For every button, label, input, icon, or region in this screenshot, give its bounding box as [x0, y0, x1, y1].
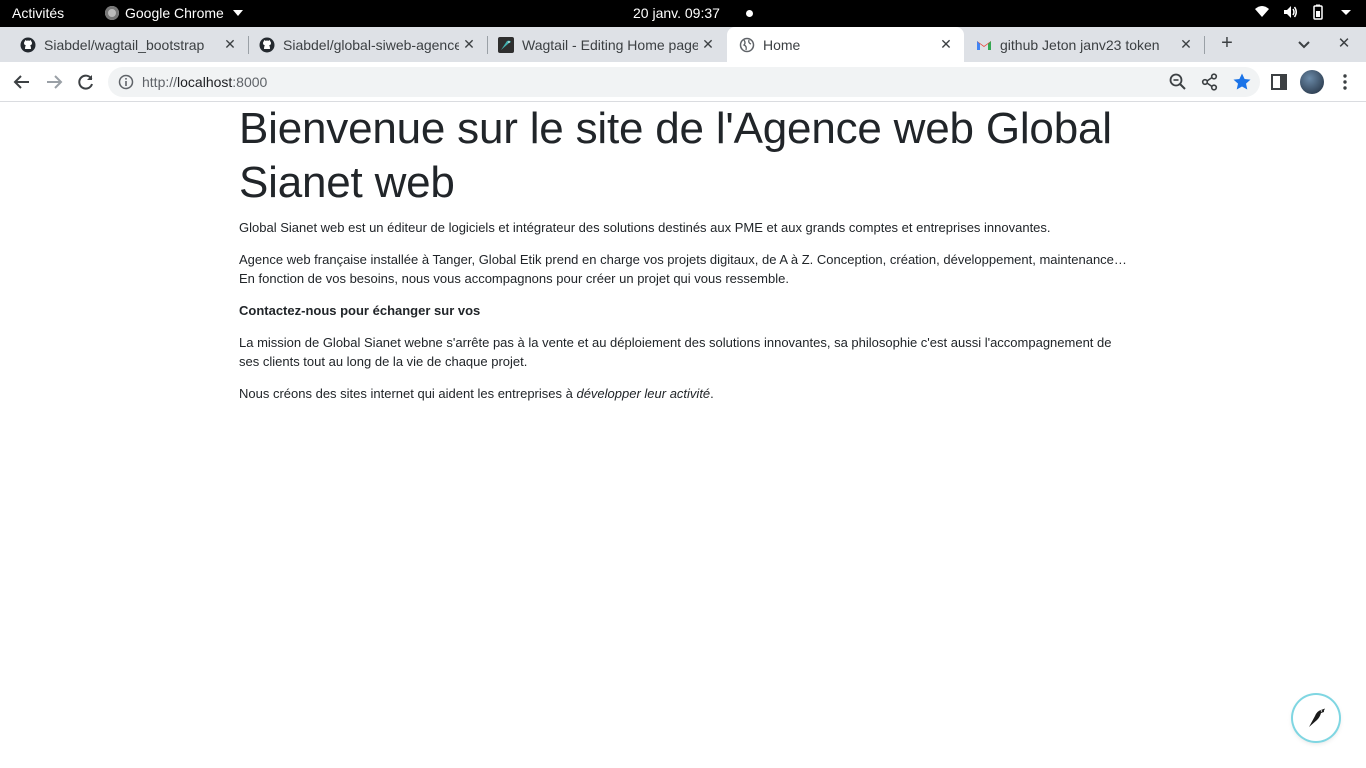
- notification-dot-icon: [746, 10, 753, 17]
- url-port: :8000: [232, 74, 268, 90]
- tab-home[interactable]: Home ✕: [727, 27, 964, 62]
- closing-text: Nous créons des sites internet qui aiden…: [239, 386, 577, 401]
- tab-close-icon[interactable]: ✕: [220, 36, 240, 53]
- system-menu-caret-icon: [1341, 10, 1351, 15]
- tab-gmail[interactable]: github Jeton janv23 token ✕: [966, 27, 1204, 62]
- wagtail-userbar-button[interactable]: [1293, 695, 1339, 741]
- tab-title: github Jeton janv23 token: [1000, 36, 1160, 53]
- tab-strip: Siabdel/wagtail_bootstrap ✕ Siabdel/glob…: [0, 27, 1366, 62]
- arrow-left-icon: [13, 75, 29, 89]
- gmail-icon: [977, 40, 991, 50]
- url-host: localhost: [177, 74, 233, 90]
- tab-wagtail-editing[interactable]: Wagtail - Editing Home page ✕: [478, 27, 726, 62]
- info-icon[interactable]: [118, 74, 134, 90]
- caret-down-icon: [232, 10, 243, 16]
- browser-toolbar: http://localhost:8000: [0, 62, 1366, 102]
- tab-title: Home: [763, 36, 801, 53]
- url-scheme: http://: [142, 74, 178, 90]
- clock[interactable]: 20 janv. 09:37: [633, 5, 720, 21]
- tab-close-icon[interactable]: ✕: [698, 36, 718, 53]
- bookmark-star-icon[interactable]: [1232, 72, 1252, 92]
- window-close-button[interactable]: ✕: [1334, 34, 1354, 54]
- tab-close-icon[interactable]: ✕: [1176, 36, 1196, 53]
- arrow-right-icon: [47, 75, 63, 89]
- tab-title: Siabdel/wagtail_bootstrap: [44, 36, 205, 53]
- tab-divider: [1204, 36, 1205, 54]
- tab-title: Wagtail - Editing Home page: [522, 36, 698, 53]
- github-icon: [259, 37, 275, 52]
- page-content: Bienvenue sur le site de l'Agence web Gl…: [239, 102, 1129, 416]
- address-bar-actions: [1168, 72, 1252, 92]
- side-panel-button[interactable]: [1267, 70, 1291, 94]
- closing-period: .: [710, 386, 714, 401]
- page-heading: Bienvenue sur le site de l'Agence web Gl…: [239, 104, 1112, 207]
- tab-close-icon[interactable]: ✕: [936, 36, 956, 53]
- zoom-icon[interactable]: [1168, 72, 1188, 92]
- wifi-icon: [1255, 6, 1269, 17]
- activities-button[interactable]: Activités: [12, 5, 64, 21]
- closing-paragraph: Nous créons des sites internet qui aiden…: [239, 384, 1129, 403]
- new-tab-button[interactable]: +: [1215, 32, 1239, 56]
- intro-paragraph: Global Sianet web est un éditeur de logi…: [239, 220, 1051, 235]
- wagtail-bird-icon: [1309, 708, 1325, 727]
- url-text[interactable]: http://localhost:8000: [142, 74, 267, 90]
- back-button[interactable]: [10, 70, 34, 94]
- volume-icon: [1284, 6, 1297, 18]
- github-icon: [20, 37, 36, 52]
- reload-button[interactable]: [74, 70, 98, 94]
- tab-search-chevron-icon[interactable]: [1294, 34, 1314, 54]
- app-menu-label: Google Chrome: [125, 5, 224, 21]
- tab-global-siweb-agence[interactable]: Siabdel/global-siweb-agence ✕: [239, 27, 487, 62]
- system-top-bar: Activités Google Chrome 20 janv. 09:37: [0, 0, 1366, 27]
- closing-emphasis: développer leur activité: [576, 386, 711, 401]
- tab-close-icon[interactable]: ✕: [459, 36, 479, 53]
- agency-paragraph: Agence web française installée à Tanger,…: [239, 252, 1127, 286]
- share-icon[interactable]: [1200, 72, 1220, 92]
- wagtail-icon: [498, 36, 514, 53]
- forward-button[interactable]: [42, 70, 66, 94]
- profile-avatar[interactable]: [1300, 70, 1324, 94]
- contact-paragraph: Contactez-nous pour échanger sur vos: [239, 303, 481, 318]
- tab-title: Siabdel/global-siweb-agence: [283, 36, 459, 53]
- reload-icon: [78, 74, 93, 90]
- globe-icon: [739, 37, 755, 52]
- system-tray[interactable]: [1254, 4, 1354, 20]
- tab-wagtail-bootstrap[interactable]: Siabdel/wagtail_bootstrap ✕: [0, 27, 248, 62]
- kebab-menu-icon: [1343, 74, 1347, 90]
- side-panel-icon: [1271, 74, 1287, 90]
- mission-paragraph: La mission de Global Sianet webne s'arrê…: [239, 335, 1112, 369]
- chrome-icon: [105, 6, 119, 20]
- battery-icon: [1313, 4, 1323, 20]
- address-bar[interactable]: http://localhost:8000: [108, 67, 1260, 97]
- chrome-menu-button[interactable]: [1333, 70, 1357, 94]
- app-menu[interactable]: Google Chrome: [105, 5, 243, 21]
